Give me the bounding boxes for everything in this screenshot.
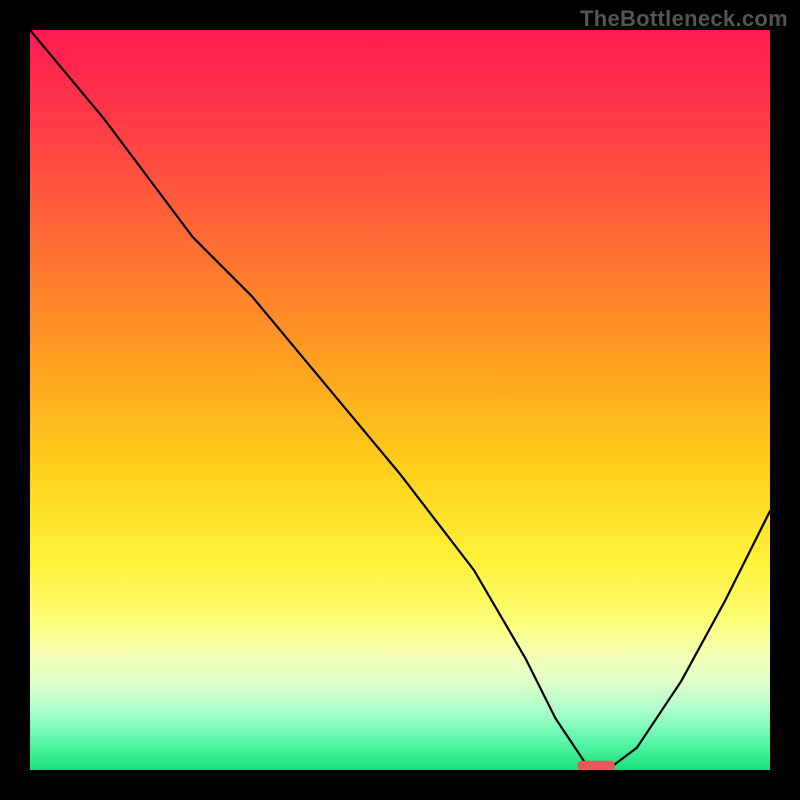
optimum-indicator: [578, 761, 615, 770]
watermark-text: TheBottleneck.com: [580, 6, 788, 32]
bottleneck-curve: [30, 30, 770, 770]
chart-overlay: [30, 30, 770, 770]
chart-frame: TheBottleneck.com: [0, 0, 800, 800]
